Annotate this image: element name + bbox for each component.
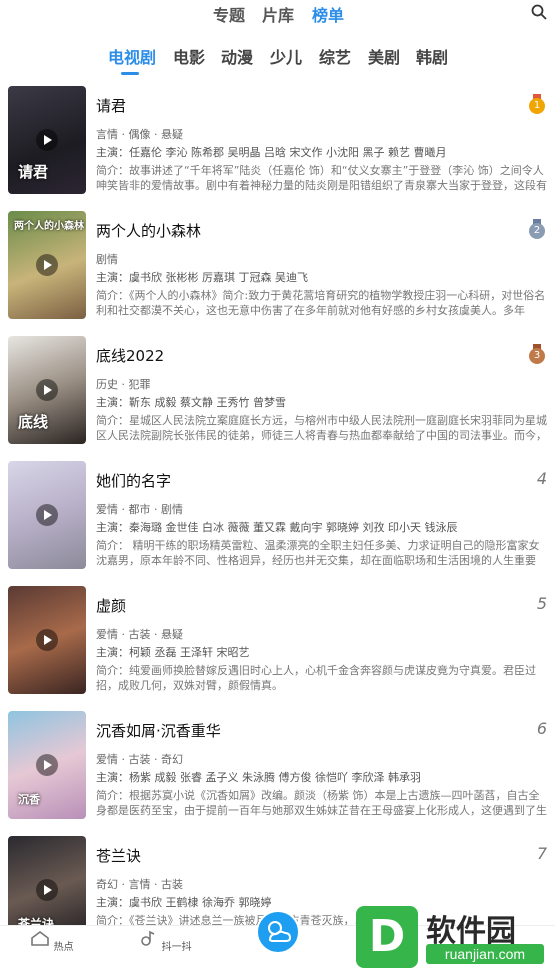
bronze-medal-icon: 3 <box>529 344 545 364</box>
item-description: 简介：星城区人民法院立案庭庭长方远，与榕州市中级人民法院刑一庭副庭长宋羽菲同为星… <box>96 414 547 442</box>
list-item[interactable]: 沉香 沉香如屑·沉香重华 爱情 · 古装 · 奇幻 主演：杨紫 成毅 张睿 孟子… <box>0 711 555 823</box>
rank-number: 5 <box>536 594 547 613</box>
home-icon <box>31 931 50 946</box>
nav-label: 抖一抖 <box>161 942 192 953</box>
active-tab-indicator <box>121 72 139 75</box>
watermark-d-logo: D <box>356 906 418 968</box>
item-title: 底线2022 <box>96 347 165 365</box>
play-icon[interactable] <box>36 629 58 651</box>
item-title: 虚颜 <box>96 597 127 615</box>
music-note-icon <box>141 930 155 946</box>
weather-button[interactable] <box>256 910 300 954</box>
silver-medal-icon: 2 <box>529 219 545 239</box>
list-item[interactable]: 底线 底线2022 历史 · 犯罪 主演：靳东 成毅 蔡文静 王秀竹 曾梦雪 简… <box>0 336 555 448</box>
nav-shake[interactable]: 抖一抖 <box>135 930 195 953</box>
play-icon[interactable] <box>36 879 58 901</box>
item-cast: 主演：杨紫 成毅 张睿 孟子义 朱泳腾 傅方俊 徐恺吖 李欣泽 韩承羽 <box>96 771 421 784</box>
poster-caption: 请君 <box>18 163 49 181</box>
list-item[interactable]: 请君 请君 言情 · 偶像 · 悬疑 主演：任嘉伦 李沁 陈希郡 吴明晶 吕晗 … <box>0 86 555 198</box>
item-tags: 奇幻 · 言情 · 古装 <box>96 878 183 891</box>
play-icon[interactable] <box>36 754 58 776</box>
item-title: 苍兰诀 <box>96 847 142 865</box>
poster-caption: 底线 <box>18 413 49 431</box>
watermark-url: ruanjian.com <box>426 944 544 964</box>
poster-image[interactable]: 沉香 <box>8 711 86 819</box>
gold-medal-icon: 1 <box>529 94 545 114</box>
top-bar: 专题 片库 榜单 <box>0 0 555 30</box>
item-description: 简介： 精明干练的职场精英雷粒、温柔漂亮的全职主妇任多美、力求证明自己的隐形富家… <box>96 539 540 567</box>
item-title: 两个人的小森林 <box>96 222 202 240</box>
rank-number: 7 <box>536 844 547 863</box>
item-description: 简介：《两个人的小森林》简介:致力于黄花蒿培育研究的植物学教授庄羽一心科研，对世… <box>96 289 546 317</box>
rank-number: 6 <box>536 719 547 738</box>
search-icon[interactable] <box>531 4 547 20</box>
tab-library[interactable]: 片库 <box>262 2 294 26</box>
category-kr-drama[interactable]: 韩剧 <box>416 44 448 68</box>
category-kids[interactable]: 少儿 <box>270 44 302 68</box>
category-tabs: 电视剧 电影 动漫 少儿 综艺 美剧 韩剧 <box>0 44 555 75</box>
item-cast: 主演：任嘉伦 李沁 陈希郡 吴明晶 吕晗 宋文作 小沈阳 黑子 赖艺 曹曦月 <box>96 146 447 159</box>
tab-rankings[interactable]: 榜单 <box>312 2 344 26</box>
poster-image[interactable]: 两个人的小森林 <box>8 211 86 319</box>
category-movie[interactable]: 电影 <box>173 44 205 68</box>
item-tags: 爱情 · 古装 · 奇幻 <box>96 753 183 766</box>
poster-image[interactable] <box>8 461 86 569</box>
rank-number: 4 <box>536 469 547 488</box>
poster-caption: 沉香 <box>18 793 40 806</box>
play-icon[interactable] <box>36 129 58 151</box>
category-variety[interactable]: 综艺 <box>319 44 351 68</box>
poster-caption: 两个人的小森林 <box>14 221 84 232</box>
nav-hot[interactable]: 热点 <box>22 930 82 953</box>
category-tv[interactable]: 电视剧 <box>108 44 156 68</box>
item-title: 沉香如屑·沉香重华 <box>96 722 221 740</box>
watermark-logo: D 软件园 ruanjian.com <box>356 906 551 968</box>
list-item[interactable]: 她们的名字 爱情 · 都市 · 剧情 主演：秦海璐 金世佳 白冰 薇薇 董又霖 … <box>0 461 555 573</box>
play-icon[interactable] <box>36 504 58 526</box>
item-description: 简介：纯爱画师换脸替嫁反遇旧时心上人，心机千金含奔容颜与虎谋皮竟为守真爱。君臣过… <box>96 664 536 692</box>
sun-cloud-icon <box>268 921 292 942</box>
item-tags: 爱情 · 古装 · 悬疑 <box>96 628 183 641</box>
nav-label: 热点 <box>53 942 74 953</box>
item-cast: 主演：靳东 成毅 蔡文静 王秀竹 曾梦雪 <box>96 396 286 409</box>
category-us-drama[interactable]: 美剧 <box>368 44 400 68</box>
poster-image[interactable]: 请君 <box>8 86 86 194</box>
tab-special[interactable]: 专题 <box>213 2 245 26</box>
item-description: 简介：根据苏寞小说《沉香如屑》改编。颜淡（杨紫 饰）本是上古遗族—四叶菡萏，自古… <box>96 789 547 817</box>
poster-image[interactable]: 底线 <box>8 336 86 444</box>
poster-image[interactable] <box>8 586 86 694</box>
item-title: 她们的名字 <box>96 472 172 490</box>
play-icon[interactable] <box>36 379 58 401</box>
list-item[interactable]: 两个人的小森林 两个人的小森林 剧情 主演：虞书欣 张彬彬 厉嘉琪 丁冠森 吴迪… <box>0 211 555 323</box>
item-description: 简介：故事讲述了“千年将军”陆炎（任嘉伦 饰）和“仗义女寨主”于登登（李沁 饰）… <box>96 164 547 192</box>
item-cast: 主演：虞书欣 张彬彬 厉嘉琪 丁冠森 吴迪飞 <box>96 271 308 284</box>
item-tags: 爱情 · 都市 · 剧情 <box>96 503 183 516</box>
item-tags: 剧情 <box>96 253 118 266</box>
item-tags: 言情 · 偶像 · 悬疑 <box>96 128 183 141</box>
item-tags: 历史 · 犯罪 <box>96 378 151 391</box>
item-cast: 主演：秦海璐 金世佳 白冰 薇薇 董又霖 戴向宇 郭晓婷 刘孜 印小天 钱泳辰 <box>96 521 458 534</box>
list-item[interactable]: 虚颜 爱情 · 古装 · 悬疑 主演：柯颖 丞磊 王泽轩 宋昭艺 简介：纯爱画师… <box>0 586 555 698</box>
item-cast: 主演：柯颖 丞磊 王泽轩 宋昭艺 <box>96 646 250 659</box>
play-icon[interactable] <box>36 254 58 276</box>
item-title: 请君 <box>96 97 127 115</box>
category-anime[interactable]: 动漫 <box>221 44 253 68</box>
